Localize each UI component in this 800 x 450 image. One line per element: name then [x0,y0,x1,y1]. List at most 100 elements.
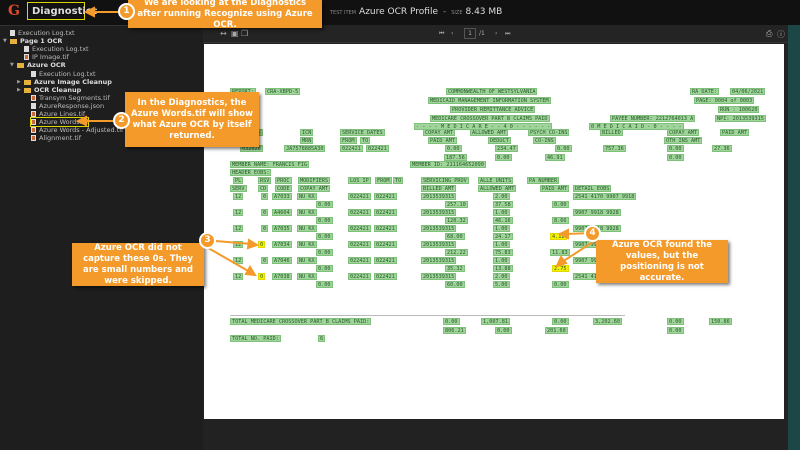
callout-number-3: 3 [199,232,216,249]
document-page: REPORT:CRA-XBPD-5COMMONWEALTH OF WESTSYL… [204,44,784,419]
tree-item[interactable]: ▶ Azure Image Cleanup [17,77,112,86]
tree-item[interactable]: Azure Words.tif [29,117,90,128]
ocr-word: 022421 [374,273,397,280]
ocr-word: 0.00 [667,318,684,325]
tree-item-label: Execution Log.txt [18,29,75,37]
tree-item[interactable]: IP Image.tif [24,53,69,61]
ocr-word: DETAIL EOBS [573,185,612,192]
file-icon [10,30,15,36]
app-logo: G [8,3,20,19]
tree-item[interactable]: Execution Log.txt [31,70,96,78]
info-icon[interactable]: ⓘ [777,29,785,40]
ocr-word: TOTAL MEDICARE CROSSOVER PART B CLAIMS P… [230,318,372,325]
expanded-caret-icon[interactable]: ▼ [10,61,14,69]
callout-4: Azure OCR found the values, but the posi… [596,240,728,283]
tree-item[interactable]: AzureResponse.json [31,102,104,110]
print-icon[interactable]: ⎙ [766,29,772,39]
tree-item-label: AzureResponse.json [39,101,105,110]
ocr-word: 0.00 [552,318,569,325]
ocr-word: 0.00 [667,327,684,334]
tree-item[interactable]: Azure Lines.tif [31,110,85,118]
collapsed-caret-icon[interactable]: ▶ [17,78,21,86]
tree-item-label: Alignment.tif [39,134,82,143]
callout-number-4: 4 [584,225,601,242]
ocr-word: 212.22 [445,249,468,256]
ocr-word: A4604 [272,209,292,216]
ocr-word: 0 [261,193,269,200]
ocr-word: 150.86 [709,318,732,325]
image-icon [31,94,36,101]
ocr-word: 187.56 [444,154,467,161]
ocr-word: SERV [230,185,247,192]
highlighted-ocr-word: 0 [258,241,266,248]
ocr-word: NU KX [297,273,317,280]
tree-item[interactable]: Execution Log.txt [10,29,75,37]
next-page-icon[interactable]: › [495,30,497,37]
ocr-word: 0.00 [445,145,462,152]
last-page-icon[interactable]: ⏭ [505,30,510,38]
diagnostics-tree: Execution Log.txt ▼ Page 1 OCR Execution Lo… [0,25,203,450]
ocr-word: 022421 [366,145,389,152]
tree-item[interactable]: Transym Segments.tif [31,94,110,102]
ocr-word: 1.00 [493,225,510,232]
callout-number-2: 2 [113,112,130,129]
ocr-word: 46.16 [493,217,513,224]
ocr-word: 022421 [374,241,397,248]
ocr-word: 12 [233,225,244,232]
ocr-word: CRA-XBPD-5 [265,88,301,95]
ocr-word: 022421 [374,257,397,264]
ocr-word: DEDUCT [488,137,511,144]
ocr-word: RA DATE: [690,88,719,95]
ocr-word: PAID AMT [428,137,457,144]
highlighted-ocr-word: 0 [258,273,266,280]
ocr-word: 04/06/2021 [730,88,766,95]
tree-item[interactable]: Alignment.tif [31,134,81,142]
ocr-word: 022421 [348,209,371,216]
ocr-word: 68.00 [445,233,465,240]
ocr-word: MODIFIERS [298,177,331,184]
collapsed-caret-icon[interactable]: ▶ [17,86,21,94]
ocr-word: MEMBER NAME: FRANCIS FIG [230,161,309,168]
ocr-word: 5.00 [493,281,510,288]
ocr-word: OTH INS AMT [664,137,703,144]
tree-item-label: Execution Log.txt [39,69,96,78]
expanded-caret-icon[interactable]: ▼ [3,37,7,45]
page-number-input[interactable]: 1 [464,28,476,39]
image-icon [31,111,36,117]
tree-item[interactable]: ▼ Page 1 OCR [3,37,62,45]
ocr-word: 12 [233,193,244,200]
tree-item-label: Azure Image Cleanup [34,77,112,86]
ocr-word: BILLED AMT [421,185,457,192]
ocr-word: SERVICING PROV [421,177,469,184]
ocr-word: 2013539315 [421,257,457,264]
prev-page-icon[interactable]: ‹ [451,30,453,37]
test-item-info: TEST ITEM Azure OCR Profile - SIZE 8.43 MB [330,7,502,17]
ocr-word: 0.00 [316,233,333,240]
ocr-word: RUN : 100620 [718,106,760,113]
ocr-word: 022421 [340,145,363,152]
ocr-word: PL [233,177,244,184]
ocr-word: 806.21 [443,327,466,334]
ocr-word: TO [393,177,404,184]
tree-item[interactable]: Execution Log.txt [24,45,89,53]
ocr-word: 27.36 [712,145,732,152]
ocr-word: 1.00 [493,209,510,216]
ocr-word: MEDICARE CROSSOVER PART B CLAIMS PAID [430,115,550,122]
callout-number-1: 1 [118,3,135,20]
ocr-word: COPAY AMT [423,129,456,136]
folder-icon [24,79,31,85]
tree-item-label: IP Image.tif [32,53,69,62]
ocr-word: 8.66 [552,217,569,224]
image-viewer: ↔ ▣ ❐ ⏮ ‹ 1 /1 › ⏭ ⎙ ⓘ REPORT:CRA-XBPD-5… [203,25,788,450]
ocr-word: A7035 [272,225,292,232]
ocr-word: 2013539315 [421,273,457,280]
ocr-word: ICN [300,129,314,136]
first-page-icon[interactable]: ⏮ [439,30,444,38]
tree-item[interactable]: ▼ Azure OCR [10,61,66,69]
tree-item[interactable]: ▶ OCR Cleanup [17,86,81,94]
tree-item-label: Azure Words - Adjusted.tif [39,126,124,135]
ocr-word: CODE [275,185,292,192]
tree-item[interactable]: Azure Words - Adjusted.tif [31,126,123,134]
ocr-word: 0 [261,257,269,264]
ocr-word: 60.00 [445,281,465,288]
